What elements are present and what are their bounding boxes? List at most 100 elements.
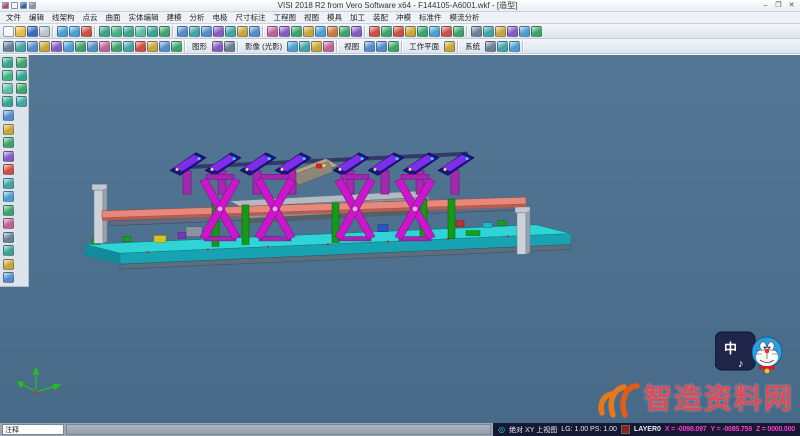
- menu-item-9[interactable]: 尺寸标注: [232, 12, 270, 23]
- select-tool-icon[interactable]: [99, 26, 110, 37]
- undo-icon[interactable]: [57, 26, 68, 37]
- scale-icon[interactable]: [453, 26, 464, 37]
- close-button[interactable]: ✕: [785, 1, 798, 10]
- view-iso-icon[interactable]: [237, 26, 248, 37]
- sweep-icon[interactable]: [351, 26, 362, 37]
- shell-icon[interactable]: [417, 26, 428, 37]
- menu-item-4[interactable]: 曲面: [102, 12, 125, 23]
- analyze-icon[interactable]: [483, 26, 494, 37]
- menu-item-3[interactable]: 点云: [79, 12, 102, 23]
- grid-icon[interactable]: [3, 41, 14, 52]
- fillet-icon[interactable]: [393, 26, 404, 37]
- maximize-button[interactable]: ❐: [772, 1, 785, 10]
- menu-item-5[interactable]: 实体编辑: [125, 12, 163, 23]
- select-color-icon[interactable]: [135, 26, 146, 37]
- prompt-input[interactable]: [2, 424, 64, 435]
- open-folder-icon[interactable]: [15, 26, 26, 37]
- sketch-icon[interactable]: [315, 26, 326, 37]
- cad-model-canvas[interactable]: [0, 55, 800, 423]
- section-icon[interactable]: [135, 41, 146, 52]
- layers2-icon[interactable]: [497, 41, 508, 52]
- transparency-icon[interactable]: [299, 41, 310, 52]
- view-front-icon[interactable]: [364, 41, 375, 52]
- fillet-tool-icon[interactable]: [3, 232, 14, 243]
- extrude-icon[interactable]: [327, 26, 338, 37]
- create-sphere-icon[interactable]: [3, 151, 14, 162]
- ortho-icon[interactable]: [27, 41, 38, 52]
- menu-item-16[interactable]: 标准件: [415, 12, 446, 23]
- refresh-icon[interactable]: [171, 41, 182, 52]
- menu-item-7[interactable]: 分析: [186, 12, 209, 23]
- chamfer-icon[interactable]: [405, 26, 416, 37]
- menu-item-14[interactable]: 装配: [369, 12, 392, 23]
- menu-item-1[interactable]: 编辑: [25, 12, 48, 23]
- sketch-ellipse-icon[interactable]: [2, 96, 13, 107]
- panel-label-workplane[interactable]: 工作平面: [405, 41, 443, 52]
- sketch-polygon-icon[interactable]: [16, 96, 27, 107]
- layer-color-swatch[interactable]: [621, 425, 630, 434]
- minimize-button[interactable]: –: [759, 1, 772, 10]
- boolean-subtract-icon[interactable]: [381, 26, 392, 37]
- panel-label-shading[interactable]: 影像 (光影): [241, 41, 286, 52]
- undo-quick-icon[interactable]: [29, 2, 36, 9]
- zoom-in-icon[interactable]: [201, 26, 212, 37]
- shaded-view-icon[interactable]: [212, 41, 223, 52]
- solid-icon[interactable]: [303, 26, 314, 37]
- view-top-icon[interactable]: [249, 26, 260, 37]
- snap-mode-icon[interactable]: ◎: [498, 425, 505, 434]
- create-cone-icon[interactable]: [3, 164, 14, 175]
- hide-icon[interactable]: [99, 41, 110, 52]
- render-icon[interactable]: [519, 26, 530, 37]
- boolean-tool-icon[interactable]: [3, 218, 14, 229]
- view-iso2-icon[interactable]: [388, 41, 399, 52]
- workplane-icon[interactable]: [39, 41, 50, 52]
- menu-item-15[interactable]: 冲模: [392, 12, 415, 23]
- sketch-circle-icon[interactable]: [16, 70, 27, 81]
- pattern-icon[interactable]: [429, 26, 440, 37]
- panel-label-graphics[interactable]: 图形: [188, 41, 211, 52]
- menu-item-11[interactable]: 视图: [300, 12, 323, 23]
- shell-tool-icon[interactable]: [3, 272, 14, 283]
- zoom-fit-icon[interactable]: [177, 26, 188, 37]
- save-icon[interactable]: [27, 26, 38, 37]
- revolve-icon[interactable]: [339, 26, 350, 37]
- view-mode-label[interactable]: 绝对 XY 上视图: [509, 425, 557, 435]
- select-window-icon[interactable]: [111, 26, 122, 37]
- select-layer-icon[interactable]: [123, 26, 134, 37]
- menu-item-17[interactable]: 模流分析: [446, 12, 484, 23]
- highlight-icon[interactable]: [311, 41, 322, 52]
- invert-selection-icon[interactable]: [159, 26, 170, 37]
- surface-icon[interactable]: [291, 26, 302, 37]
- wireframe-icon[interactable]: [267, 26, 278, 37]
- base-plate[interactable]: [85, 225, 571, 269]
- info-icon[interactable]: [509, 41, 520, 52]
- light-icon[interactable]: [147, 41, 158, 52]
- shading-mode-icon[interactable]: [287, 41, 298, 52]
- settings-icon[interactable]: [485, 41, 496, 52]
- layer-label[interactable]: LAYER0: [634, 426, 661, 433]
- hole-tool-icon[interactable]: [3, 245, 14, 256]
- view-side-icon[interactable]: [376, 41, 387, 52]
- revolve-tool-icon[interactable]: [3, 191, 14, 202]
- panel-label-system[interactable]: 系统: [461, 41, 484, 52]
- save-quick-icon[interactable]: [20, 2, 27, 9]
- menu-item-13[interactable]: 加工: [346, 12, 369, 23]
- boolean-union-icon[interactable]: [369, 26, 380, 37]
- dynamic-rotate-icon[interactable]: [63, 41, 74, 52]
- delete-icon[interactable]: [81, 26, 92, 37]
- rotate-view-icon[interactable]: [225, 26, 236, 37]
- draft-tool-icon[interactable]: [3, 259, 14, 270]
- background-icon[interactable]: [159, 41, 170, 52]
- guide-post-right[interactable]: [515, 207, 530, 254]
- ucs-icon[interactable]: [51, 41, 62, 52]
- create-block-icon[interactable]: [3, 124, 14, 135]
- sketch-arc-icon[interactable]: [2, 70, 13, 81]
- cad-model[interactable]: [85, 152, 571, 269]
- new-file-icon[interactable]: [3, 26, 14, 37]
- menu-item-2[interactable]: 线架构: [48, 12, 79, 23]
- redo-icon[interactable]: [69, 26, 80, 37]
- panel-label-views[interactable]: 视图: [340, 41, 363, 52]
- menu-item-0[interactable]: 文件: [2, 12, 25, 23]
- properties-icon[interactable]: [507, 26, 518, 37]
- help-icon[interactable]: [531, 26, 542, 37]
